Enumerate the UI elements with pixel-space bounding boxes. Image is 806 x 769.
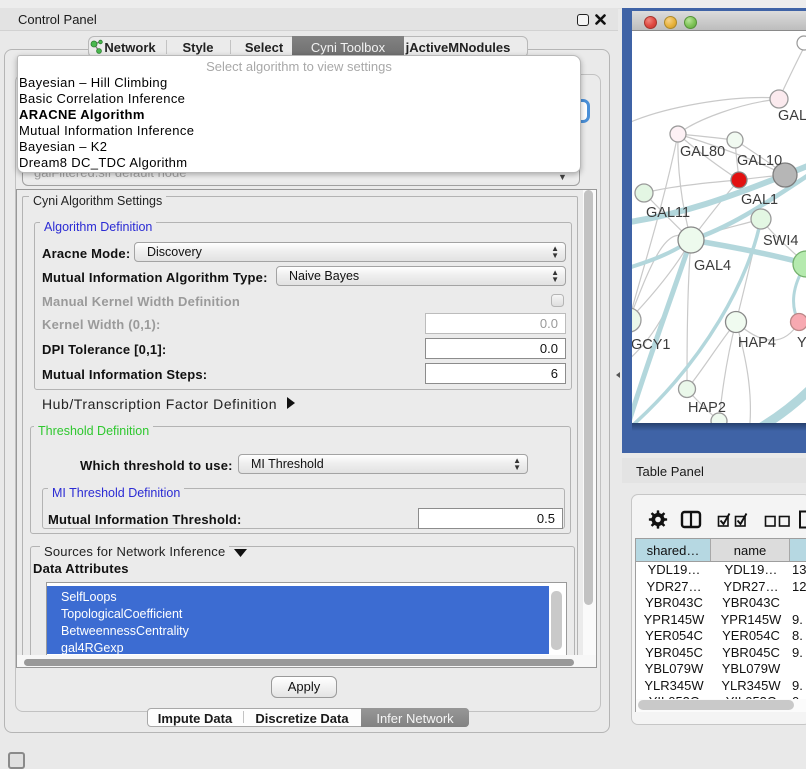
svg-text:GAL4: GAL4 [694,258,731,274]
svg-text:GAL2: GAL2 [778,108,806,124]
svg-text:SWI4: SWI4 [763,233,798,249]
svg-text:GCY1: GCY1 [632,337,671,353]
svg-text:GAL1: GAL1 [741,192,778,208]
svg-text:GAL10: GAL10 [737,153,782,169]
svg-text:HAP4: HAP4 [738,335,776,351]
svg-text:Y: Y [797,335,806,351]
svg-text:HAP2: HAP2 [688,400,726,416]
svg-text:GAL11: GAL11 [646,205,690,221]
svg-text:GAL80: GAL80 [680,144,725,160]
